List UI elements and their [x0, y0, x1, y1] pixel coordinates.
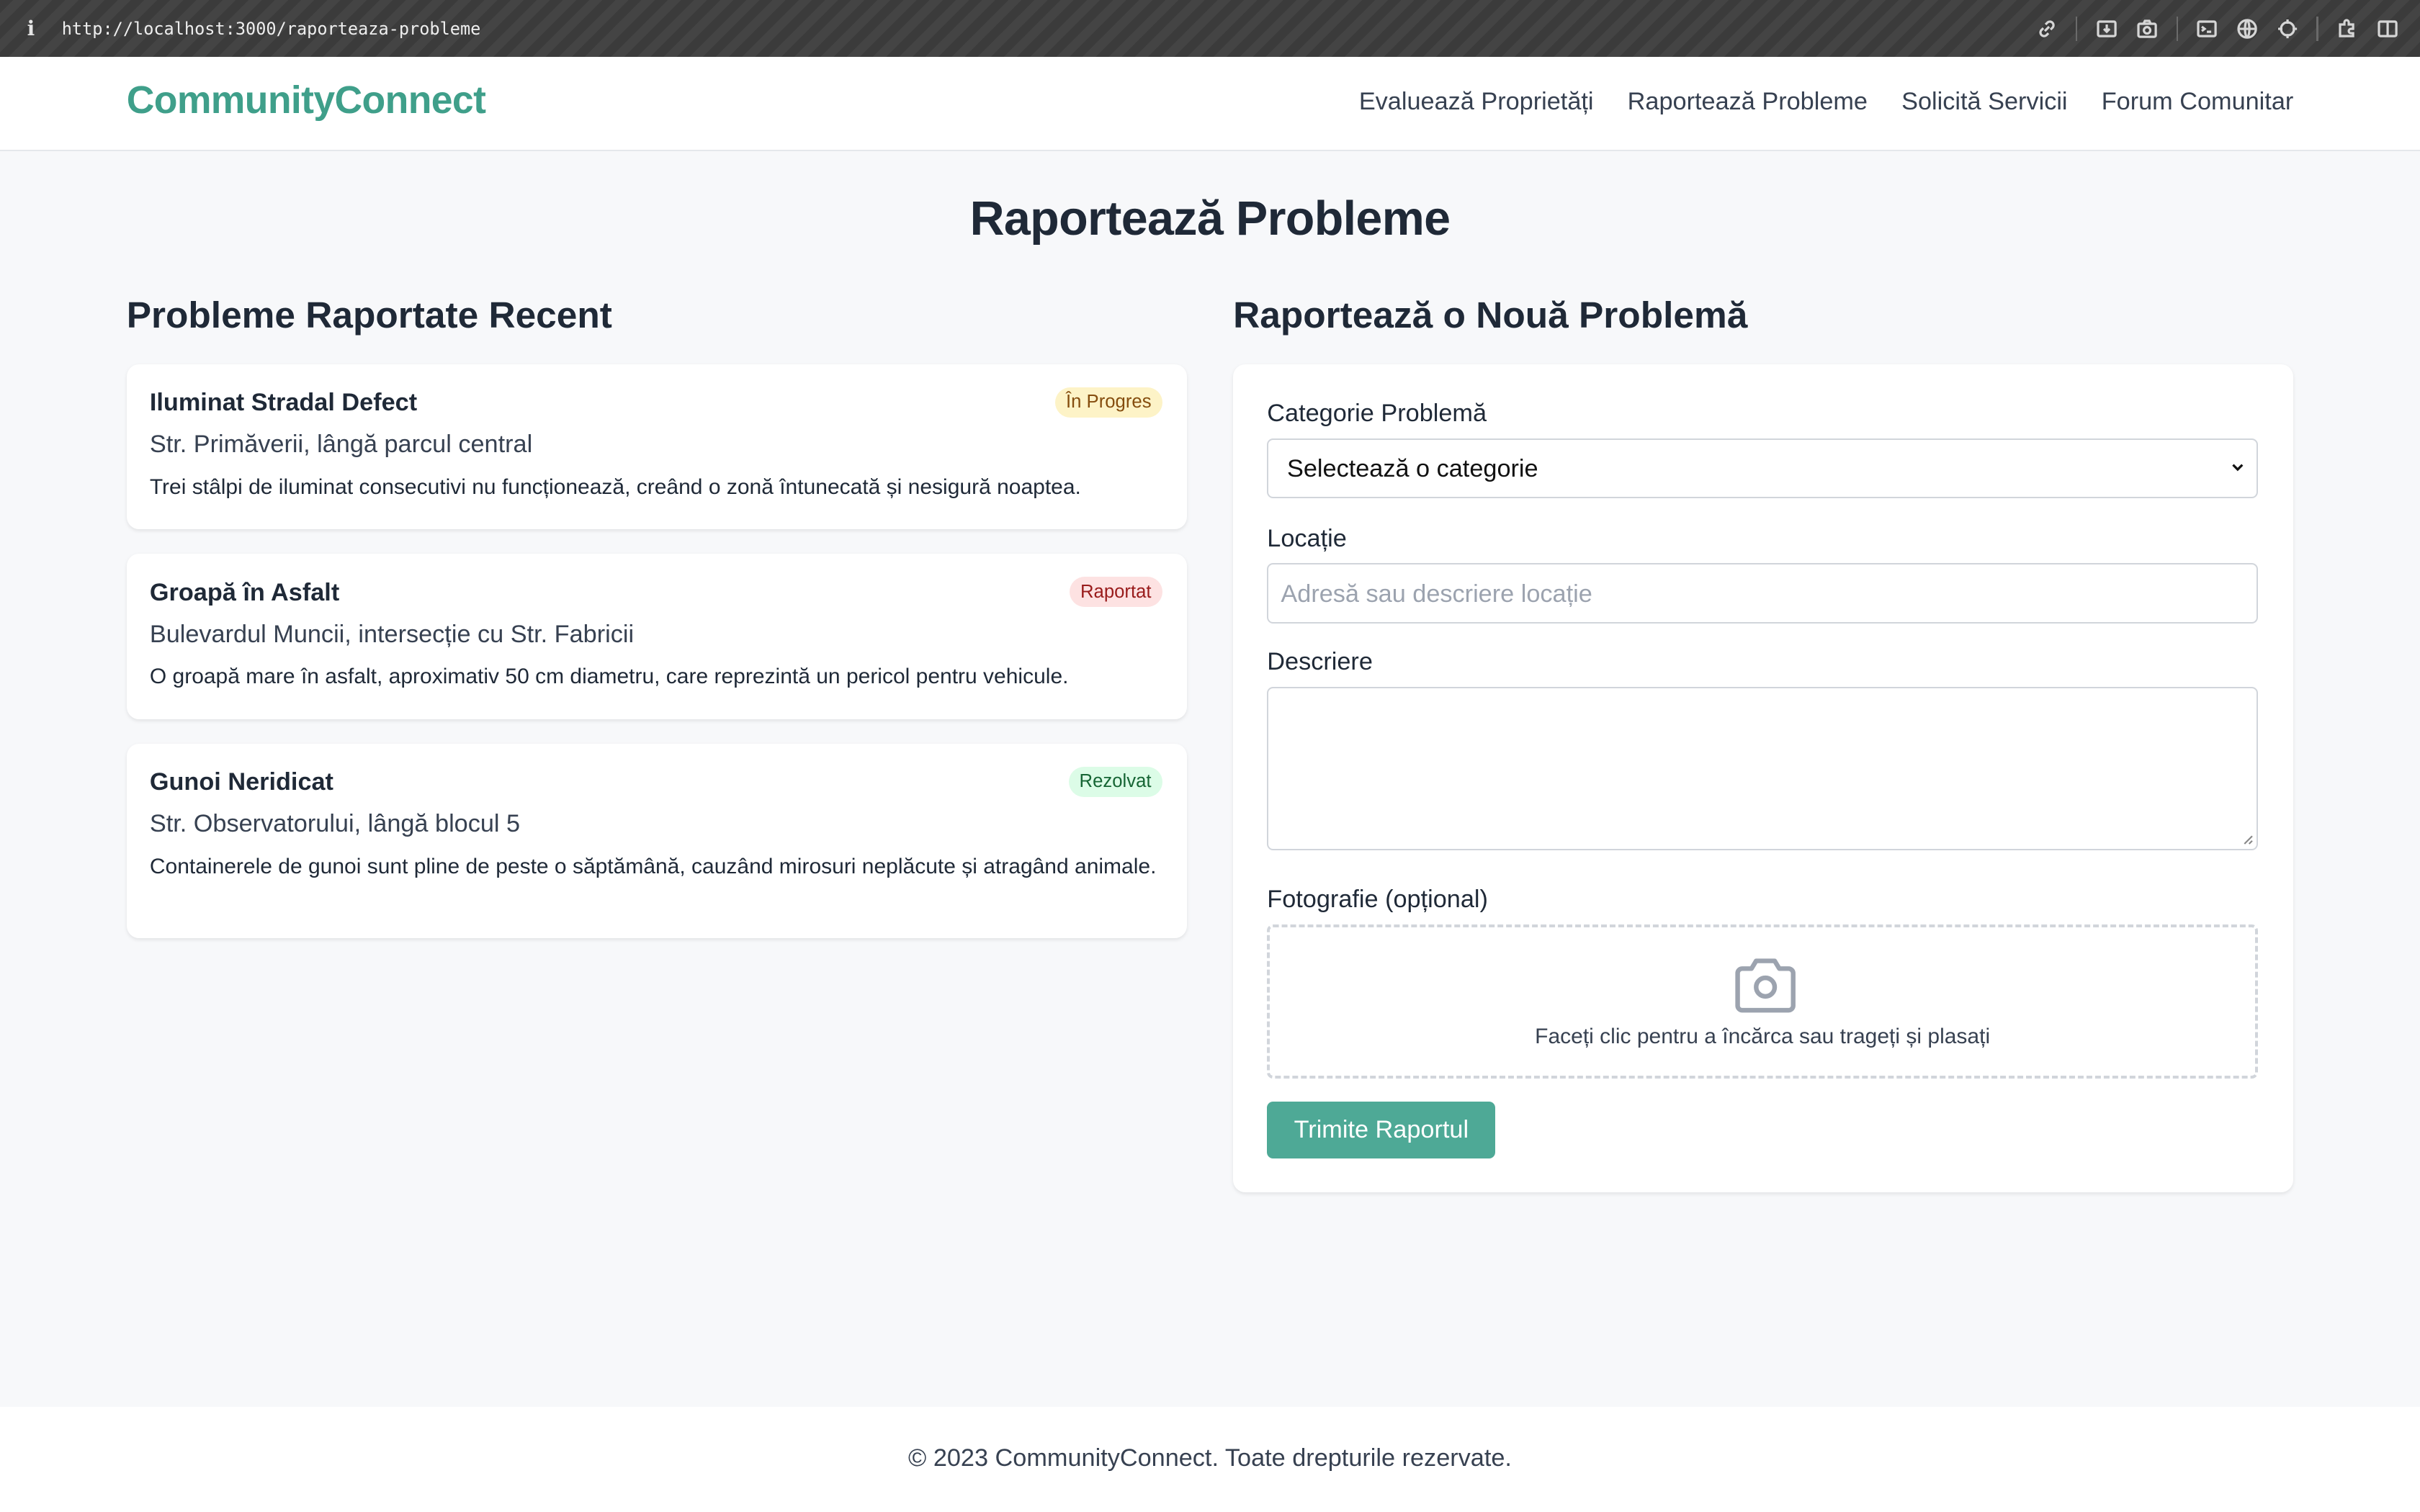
divider — [2176, 16, 2178, 41]
camera-icon[interactable] — [2127, 0, 2167, 57]
extension-icon[interactable] — [2327, 0, 2367, 57]
category-label: Categorie Problemă — [1267, 399, 1487, 427]
download-icon[interactable] — [2087, 0, 2127, 57]
nav-evalueaza-proprietati[interactable]: Evaluează Proprietăți — [1359, 88, 1594, 116]
upload-hint: Faceți clic pentru a încărca sau trageți… — [1535, 1024, 1991, 1048]
page-title: Raportează Probleme — [969, 192, 1451, 246]
info-icon[interactable]: i — [0, 17, 62, 40]
photo-label: Fotografie (opțional) — [1267, 885, 1488, 913]
report-form: Categorie Problemă Selectează o categori… — [1233, 364, 2294, 1193]
issue-title: Gunoi Neridicat — [149, 768, 333, 796]
footer: © 2023 CommunityConnect. Toate drepturil… — [0, 1407, 2420, 1512]
location-input[interactable]: Adresă sau descriere locație — [1267, 563, 2258, 624]
issue-location: Str. Observatorului, lângă blocul 5 — [149, 810, 521, 838]
crosshair-icon[interactable] — [2267, 0, 2308, 57]
chevron-down-icon — [2232, 464, 2244, 472]
description-label: Descriere — [1267, 647, 1373, 675]
browser-tools — [2027, 0, 2408, 57]
status-badge: Raportat — [1069, 577, 1162, 608]
nav-solicita-servicii[interactable]: Solicită Servicii — [1901, 88, 2067, 116]
resize-handle-icon[interactable] — [2241, 833, 2254, 845]
issue-description: O groapă mare în asfalt, aproximativ 50 … — [149, 665, 1069, 689]
report-form-title: Raportează o Nouă Problemă — [1233, 294, 1748, 336]
photo-upload-dropzone[interactable]: Faceți clic pentru a încărca sau trageți… — [1267, 924, 2258, 1079]
main-nav: Evaluează Proprietăți Raportează Problem… — [1359, 88, 2293, 116]
category-select-value: Selectează o categorie — [1286, 454, 1538, 482]
description-textarea[interactable] — [1267, 686, 2258, 850]
nav-raporteaza-probleme[interactable]: Raportează Probleme — [1628, 88, 1868, 116]
divider — [2316, 16, 2318, 41]
camera-icon — [1735, 958, 1796, 1013]
issue-description: Containerele de gunoi sunt pline de pest… — [149, 854, 1157, 878]
terminal-icon[interactable] — [2187, 0, 2228, 57]
issue-card[interactable]: Gunoi Neridicat Rezolvat Str. Observator… — [126, 743, 1187, 938]
site-header: CommunityConnect Evaluează Proprietăți R… — [0, 57, 2420, 151]
nav-forum-comunitar[interactable]: Forum Comunitar — [2102, 88, 2294, 116]
category-select[interactable]: Selectează o categorie — [1267, 438, 2258, 499]
site-logo[interactable]: CommunityConnect — [127, 78, 486, 122]
status-badge: În Progres — [1054, 387, 1162, 418]
submit-report-button[interactable]: Trimite Raportul — [1267, 1101, 1496, 1159]
divider — [2076, 16, 2078, 41]
sidebar-toggle-icon[interactable] — [2367, 0, 2408, 57]
globe-icon[interactable] — [2227, 0, 2267, 57]
location-label: Locație — [1267, 524, 1347, 552]
issue-card[interactable]: Groapă în Asfalt Raportat Bulevardul Mun… — [126, 554, 1187, 719]
recent-issues-title: Probleme Raportate Recent — [126, 294, 612, 336]
issue-title: Groapă în Asfalt — [149, 578, 340, 606]
issue-location: Str. Primăverii, lângă parcul central — [149, 431, 533, 459]
issue-description: Trei stâlpi de iluminat consecutivi nu f… — [149, 474, 1081, 499]
status-badge: Rezolvat — [1068, 766, 1162, 797]
issue-card[interactable]: Iluminat Stradal Defect În Progres Str. … — [126, 364, 1187, 529]
issue-title: Iluminat Stradal Defect — [149, 388, 418, 416]
url-bar[interactable]: http://localhost:3000/raporteaza-problem… — [62, 19, 481, 39]
link-icon[interactable] — [2027, 0, 2067, 57]
browser-toolbar: i http://localhost:3000/raporteaza-probl… — [0, 0, 2420, 58]
issue-location: Bulevardul Muncii, intersecție cu Str. F… — [149, 620, 635, 648]
